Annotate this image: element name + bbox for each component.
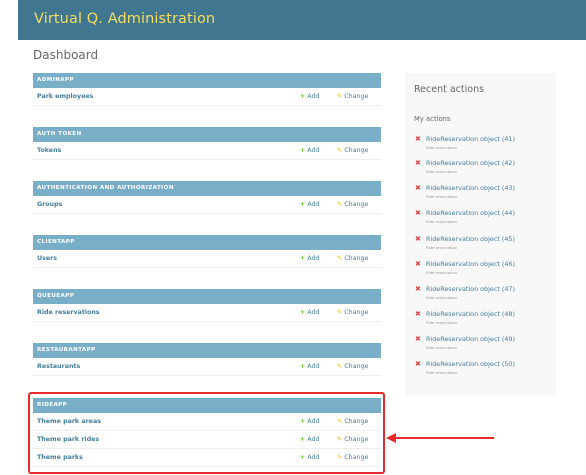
table-row: Restaurants + Add ✎ Change — [33, 358, 381, 376]
site-title[interactable]: Virtual Q. Administration — [34, 11, 215, 27]
table-row: Users + Add ✎ Change — [33, 250, 381, 268]
recent-action-type: Ride reservation — [426, 194, 458, 199]
module-caption[interactable]: AUTH TOKEN — [33, 127, 381, 142]
change-link[interactable]: ✎ Change — [337, 93, 368, 100]
plus-icon: + — [300, 147, 306, 154]
recent-action-link[interactable]: RideReservation object (43) — [426, 184, 515, 192]
model-link[interactable]: Users — [37, 255, 57, 262]
module-auth-token: AUTH TOKEN Tokens + Add ✎ Change — [33, 127, 381, 160]
module-caption[interactable]: CLIENTAPP — [33, 235, 381, 250]
recent-action-type: Ride reservation — [426, 145, 458, 150]
delete-x-icon: ✖ — [415, 260, 421, 268]
recent-action-link[interactable]: RideReservation object (44) — [426, 209, 515, 217]
delete-x-icon: ✖ — [415, 335, 421, 343]
recent-action-type: Ride reservation — [426, 245, 458, 250]
model-link[interactable]: Restaurants — [37, 363, 80, 370]
model-link[interactable]: Ride reservations — [37, 309, 100, 316]
module-caption[interactable]: ADMINAPP — [33, 73, 381, 88]
pencil-icon: ✎ — [337, 147, 343, 154]
delete-x-icon: ✖ — [415, 184, 421, 192]
model-link[interactable]: Tokens — [37, 147, 61, 154]
add-link[interactable]: + Add — [300, 309, 319, 316]
recent-action-type: Ride reservation — [426, 169, 458, 174]
pencil-icon: ✎ — [337, 363, 343, 370]
recent-action-link[interactable]: RideReservation object (50) — [426, 360, 515, 368]
highlight-box — [28, 392, 385, 474]
module-caption[interactable]: AUTHENTICATION AND AUTHORIZATION — [33, 181, 381, 196]
breadcrumb: Dashboard — [33, 48, 99, 62]
recent-action-type: Ride reservation — [426, 370, 458, 375]
delete-x-icon: ✖ — [415, 285, 421, 293]
model-link[interactable]: Groups — [37, 201, 62, 208]
recent-actions-panel: Recent actions My actions ✖ RideReservat… — [405, 73, 556, 396]
table-row: Park employees + Add ✎ Change — [33, 88, 381, 106]
recent-action-type: Ride reservation — [426, 219, 458, 224]
module-adminapp: ADMINAPP Park employees + Add ✎ Change — [33, 73, 381, 106]
header-bar: Virtual Q. Administration — [18, 0, 586, 40]
recent-action-link[interactable]: RideReservation object (48) — [426, 310, 515, 318]
delete-x-icon: ✖ — [415, 360, 421, 368]
model-link[interactable]: Park employees — [37, 93, 93, 100]
add-link[interactable]: + Add — [300, 255, 319, 262]
my-actions-heading: My actions — [414, 115, 451, 123]
change-link[interactable]: ✎ Change — [337, 255, 368, 262]
add-link[interactable]: + Add — [300, 363, 319, 370]
change-link[interactable]: ✎ Change — [337, 147, 368, 154]
pencil-icon: ✎ — [337, 93, 343, 100]
delete-x-icon: ✖ — [415, 135, 421, 143]
add-link[interactable]: + Add — [300, 147, 319, 154]
recent-action-type: Ride reservation — [426, 270, 458, 275]
recent-actions-title: Recent actions — [414, 84, 485, 95]
delete-x-icon: ✖ — [415, 310, 421, 318]
module-clientapp: CLIENTAPP Users + Add ✎ Change — [33, 235, 381, 268]
module-caption[interactable]: QUEUEAPP — [33, 289, 381, 304]
recent-action-link[interactable]: RideReservation object (41) — [426, 135, 515, 143]
recent-action-type: Ride reservation — [426, 320, 458, 325]
delete-x-icon: ✖ — [415, 159, 421, 167]
delete-x-icon: ✖ — [415, 209, 421, 217]
recent-action-link[interactable]: RideReservation object (47) — [426, 285, 515, 293]
plus-icon: + — [300, 255, 306, 262]
plus-icon: + — [300, 363, 306, 370]
add-link[interactable]: + Add — [300, 93, 319, 100]
module-caption[interactable]: RESTAURANTAPP — [33, 343, 381, 358]
recent-action-type: Ride reservation — [426, 345, 458, 350]
module-restaurantapp: RESTAURANTAPP Restaurants + Add ✎ Change — [33, 343, 381, 376]
change-link[interactable]: ✎ Change — [337, 363, 368, 370]
delete-x-icon: ✖ — [415, 235, 421, 243]
plus-icon: + — [300, 93, 306, 100]
recent-action-link[interactable]: RideReservation object (49) — [426, 335, 515, 343]
recent-action-type: Ride reservation — [426, 295, 458, 300]
pencil-icon: ✎ — [337, 201, 343, 208]
left-arrow-icon — [386, 433, 494, 443]
table-row: Groups + Add ✎ Change — [33, 196, 381, 214]
change-link[interactable]: ✎ Change — [337, 309, 368, 316]
plus-icon: + — [300, 201, 306, 208]
table-row: Tokens + Add ✎ Change — [33, 142, 381, 160]
add-link[interactable]: + Add — [300, 201, 319, 208]
module-queueapp: QUEUEAPP Ride reservations + Add ✎ Change — [33, 289, 381, 322]
plus-icon: + — [300, 309, 306, 316]
change-link[interactable]: ✎ Change — [337, 201, 368, 208]
recent-action-link[interactable]: RideReservation object (42) — [426, 159, 515, 167]
recent-action-link[interactable]: RideReservation object (45) — [426, 235, 515, 243]
pencil-icon: ✎ — [337, 309, 343, 316]
pencil-icon: ✎ — [337, 255, 343, 262]
module-authentication: AUTHENTICATION AND AUTHORIZATION Groups … — [33, 181, 381, 214]
recent-action-link[interactable]: RideReservation object (46) — [426, 260, 515, 268]
table-row: Ride reservations + Add ✎ Change — [33, 304, 381, 322]
